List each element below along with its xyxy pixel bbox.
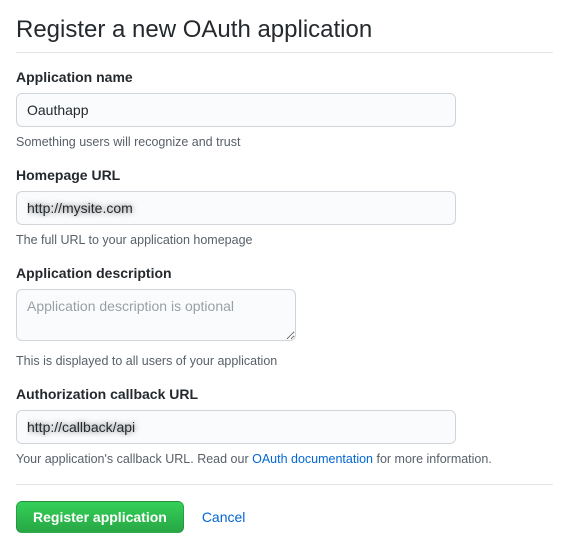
callback-url-input[interactable] xyxy=(16,410,456,444)
app-name-label: Application name xyxy=(16,69,553,85)
callback-hint-prefix: Your application's callback URL. Read ou… xyxy=(16,452,252,466)
homepage-url-input[interactable] xyxy=(16,191,456,225)
field-callback-url: Authorization callback URL Your applicat… xyxy=(16,386,553,466)
callback-url-hint: Your application's callback URL. Read ou… xyxy=(16,452,553,466)
callback-url-label: Authorization callback URL xyxy=(16,386,553,402)
register-application-button[interactable]: Register application xyxy=(16,501,184,533)
app-name-hint: Something users will recognize and trust xyxy=(16,135,553,149)
divider xyxy=(16,484,553,485)
field-app-name: Application name Something users will re… xyxy=(16,69,553,149)
field-homepage-url: Homepage URL The full URL to your applic… xyxy=(16,167,553,247)
form-actions: Register application Cancel xyxy=(16,501,553,533)
app-description-textarea[interactable] xyxy=(16,289,296,341)
homepage-url-label: Homepage URL xyxy=(16,167,553,183)
cancel-link[interactable]: Cancel xyxy=(202,509,246,525)
app-description-label: Application description xyxy=(16,265,553,281)
page-title: Register a new OAuth application xyxy=(16,16,553,53)
app-description-hint: This is displayed to all users of your a… xyxy=(16,354,553,368)
callback-hint-suffix: for more information. xyxy=(373,452,492,466)
oauth-docs-link[interactable]: OAuth documentation xyxy=(252,452,373,466)
app-name-input[interactable] xyxy=(16,93,456,127)
homepage-url-hint: The full URL to your application homepag… xyxy=(16,233,553,247)
field-app-description: Application description This is displaye… xyxy=(16,265,553,368)
